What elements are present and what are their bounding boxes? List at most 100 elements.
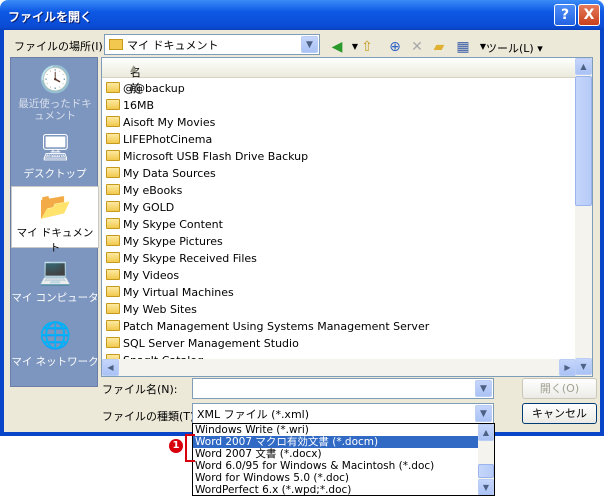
name-column-header[interactable]: 名前 ▲ [102,58,576,95]
folder-icon [106,99,120,110]
horizontal-scrollbar[interactable]: ◀ ▶ [102,359,576,376]
filetype-option[interactable]: WordPerfect 6.x (*.wpd;*.doc) [193,484,494,495]
filename-label: ファイル名(N): [102,383,178,396]
place-label: 最近使ったドキュメント [18,98,92,122]
close-button[interactable]: X [578,4,600,26]
place-my-network[interactable]: 🌐 マイ ネットワーク [11,316,99,378]
filetype-option[interactable]: Windows Write (*.wri) [193,424,494,436]
list-item-label: My Skype Content [123,218,223,231]
list-item[interactable]: My Web Sites [106,301,429,318]
list-item-label: SQL Server Management Studio [123,337,299,350]
dropdown-scrollbar[interactable]: ▲ ▼ [478,424,494,495]
title-bar: ファイルを開く ? X [0,0,604,30]
folder-icon [106,320,120,331]
new-folder-icon[interactable]: ▰ [428,36,450,58]
scroll-thumb[interactable] [478,464,494,478]
scroll-left-icon[interactable]: ◀ [102,359,119,376]
folder-icon [106,201,120,212]
folder-icon [106,218,120,229]
list-item[interactable]: Patch Management Using Systems Managemen… [106,318,429,335]
desktop-icon: 🖥 [39,133,73,163]
annotation-marker: 1 [169,439,183,453]
location-combo[interactable]: マイ ドキュメント ▼ [104,34,320,55]
filetype-option[interactable]: Word 6.0/95 for Windows & Macintosh (*.d… [193,460,494,472]
help-button[interactable]: ? [554,4,576,26]
scroll-down-icon[interactable]: ▼ [575,358,592,375]
list-item[interactable]: @@backup [106,80,429,97]
filetype-option[interactable]: Word for Windows 5.0 (*.doc) [193,472,494,484]
list-item-label: My Skype Received Files [123,252,257,265]
folder-icon [106,303,120,314]
file-list[interactable]: 名前 ▲ @@backup 16MB Aisoft My Movies LIFEPho… [101,57,593,377]
list-item[interactable]: My Skype Received Files [106,250,429,267]
list-item-label: My GOLD [123,201,175,214]
scroll-up-icon[interactable]: ▲ [575,58,592,75]
list-item[interactable]: SQL Server Management Studio [106,335,429,352]
folder-icon [106,116,120,127]
folder-icon [106,133,120,144]
chevron-down-icon[interactable]: ▼ [301,36,318,53]
scroll-up-icon[interactable]: ▲ [478,424,494,441]
list-item[interactable]: My Skype Content [106,216,429,233]
place-desktop[interactable]: 🖥 デスクトップ [11,128,99,190]
filetype-option[interactable]: Word 2007 文書 (*.docx) [193,448,494,460]
list-item-label: My eBooks [123,184,183,197]
location-label: ファイルの場所(I): [14,40,107,53]
chevron-down-icon[interactable]: ▼ [475,405,492,422]
filetype-label: ファイルの種類(T): [102,410,199,423]
search-web-icon[interactable]: ⊕ [384,36,406,58]
vertical-scrollbar[interactable]: ▲ ▼ [575,58,592,376]
list-item[interactable]: My Data Sources [106,165,429,182]
list-item[interactable]: My eBooks [106,182,429,199]
dialog-body: ファイルの場所(I): マイ ドキュメント ▼ ◀ ▼ ⇧ ⊕ ✕ ▰ ▦ ▼ … [4,30,600,432]
list-item[interactable]: My Virtual Machines [106,284,429,301]
place-my-documents[interactable]: 📂 マイ ドキュメント [11,186,99,254]
list-item[interactable]: 16MB [106,97,429,114]
tools-menu[interactable]: ツール(L) ▾ [486,40,543,56]
list-item[interactable]: My Skype Pictures [106,233,429,250]
folder-icon [106,167,120,178]
cancel-button[interactable]: キャンセル [522,403,597,424]
folder-icon [106,82,120,93]
filetype-dropdown-list[interactable]: Windows Write (*.wri) Word 2007 マクロ有効文書 (… [192,423,495,496]
list-item-label: Microsoft USB Flash Drive Backup [123,150,309,163]
scroll-thumb[interactable] [575,76,592,206]
filename-input[interactable]: ▼ [192,378,494,399]
list-item-label: My Videos [123,269,180,282]
filetype-option[interactable]: Word 2007 マクロ有効文書 (*.docm) [193,436,494,448]
delete-icon[interactable]: ✕ [406,36,428,58]
place-recent[interactable]: 🕓 最近使ったドキュメント [11,60,99,122]
place-label: マイ ドキュメント [16,227,94,254]
folder-icon [106,269,120,280]
place-label: マイ ネットワーク [11,356,99,368]
my-documents-icon: 📂 [39,192,72,222]
list-item[interactable]: Aisoft My Movies [106,114,429,131]
recent-documents-icon: 🕓 [39,65,72,95]
list-item[interactable]: My Videos [106,267,429,284]
place-my-computer[interactable]: 💻 マイ コンピュータ [11,252,99,314]
list-item-label: LIFEPhotCinema [123,133,213,146]
views-icon[interactable]: ▦ [452,36,474,58]
list-item-label: My Skype Pictures [123,235,223,248]
folder-icon [106,150,120,161]
list-item-label: 16MB [123,99,155,112]
scroll-down-icon[interactable]: ▼ [478,479,494,495]
list-item-label: My Web Sites [123,303,197,316]
place-label: マイ コンピュータ [11,292,99,304]
chevron-down-icon[interactable]: ▼ [475,380,492,397]
filetype-select[interactable]: XML ファイル (*.xml) ▼ [192,403,494,424]
my-computer-icon: 💻 [39,257,72,287]
folder-icon [106,235,120,246]
list-item[interactable]: LIFEPhotCinema [106,131,429,148]
up-folder-icon[interactable]: ⇧ [356,36,378,58]
list-item[interactable]: My GOLD [106,199,429,216]
list-item-label: @@backup [123,82,185,95]
scroll-right-icon[interactable]: ▶ [559,359,576,376]
open-button[interactable]: 開く(O) [522,378,597,399]
folder-icon [106,337,120,348]
folder-icon [106,184,120,195]
highlight-box [185,434,195,462]
file-rows: @@backup 16MB Aisoft My Movies LIFEPhotCine… [106,80,429,369]
my-network-icon: 🌐 [39,321,72,351]
list-item[interactable]: Microsoft USB Flash Drive Backup [106,148,429,165]
